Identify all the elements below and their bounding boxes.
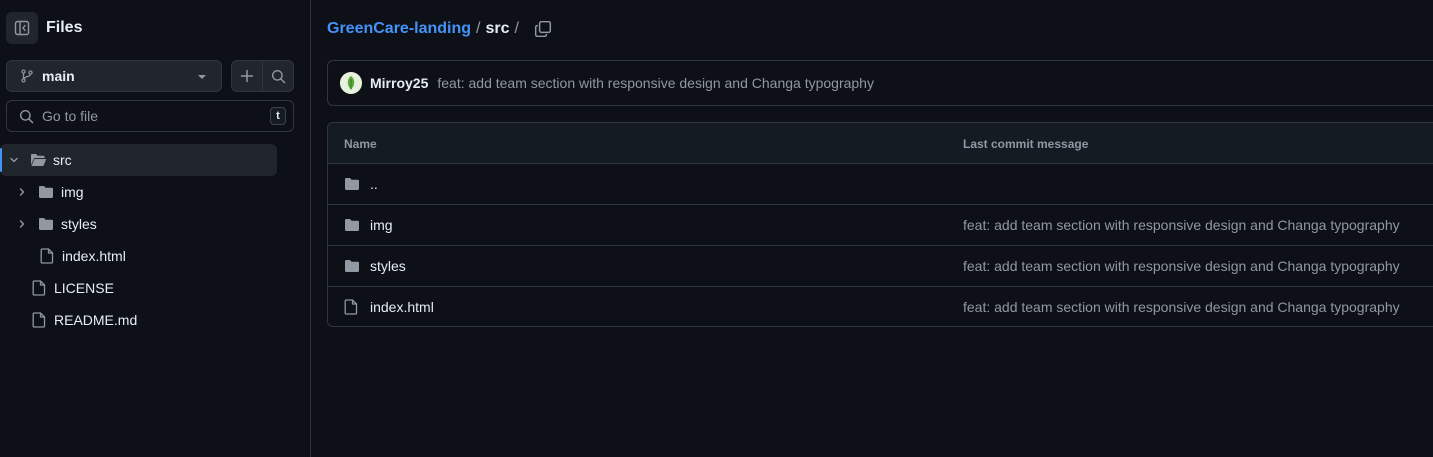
row-name-link[interactable]: index.html (370, 299, 434, 315)
tree-item-label: img (61, 184, 84, 200)
column-header-name: Name (344, 137, 377, 151)
column-header-message: Last commit message (963, 137, 1089, 151)
go-to-file-input[interactable] (42, 108, 262, 124)
table-row[interactable]: styles feat: add team section with respon… (328, 246, 1433, 287)
chevron-right-icon[interactable] (16, 186, 28, 198)
table-row[interactable]: img feat: add team section with responsiv… (328, 205, 1433, 246)
tree-item-label: src (53, 152, 72, 168)
file-tree-sidebar: Files main Go to file t src img styles i… (0, 0, 311, 457)
tree-item-license[interactable]: LICENSE (0, 272, 311, 304)
tree-item-label: index.html (62, 248, 126, 264)
directory-table: Name Last commit message .. img feat: add … (327, 122, 1433, 327)
row-name-link[interactable]: .. (370, 176, 378, 192)
sidebar-title: Files (46, 19, 83, 36)
commit-message[interactable]: feat: add team section with responsive d… (437, 75, 874, 91)
search-code-button[interactable] (262, 61, 293, 91)
copy-path-icon[interactable] (534, 20, 552, 38)
shortcut-key-hint: t (270, 107, 286, 125)
tree-item-styles[interactable]: styles (0, 208, 311, 240)
breadcrumb-current: src (485, 20, 510, 37)
tree-item-readme-md[interactable]: README.md (0, 304, 311, 336)
git-branch-icon (21, 69, 33, 83)
branch-name: main (42, 68, 75, 84)
tree-item-label: styles (61, 216, 97, 232)
file-icon (32, 312, 46, 328)
caret-down-icon (198, 75, 206, 79)
row-commit-message[interactable]: feat: add team section with responsive d… (963, 217, 1400, 233)
tree-item-index-html[interactable]: index.html (0, 240, 311, 272)
row-commit-message[interactable]: feat: add team section with responsive d… (963, 258, 1400, 274)
main-content: GreenCare-landing / src / Mirroy25 feat:… (311, 0, 1433, 457)
file-tree: src img styles index.html LICENSE README.md (0, 144, 311, 336)
chevron-down-icon[interactable] (8, 154, 20, 166)
tree-item-label: README.md (54, 312, 138, 328)
row-commit-message[interactable]: feat: add team section with responsive d… (963, 299, 1400, 315)
commit-author[interactable]: Mirroy25 (370, 75, 428, 91)
branch-selector[interactable]: main (6, 60, 222, 92)
add-file-button[interactable] (232, 61, 262, 91)
avatar[interactable] (340, 72, 362, 94)
folder-icon (39, 218, 53, 230)
tree-actions (231, 60, 294, 92)
breadcrumb: GreenCare-landing / src / (327, 18, 552, 40)
search-icon (271, 69, 286, 83)
file-icon (344, 299, 358, 315)
table-header: Name Last commit message (328, 123, 1433, 164)
file-icon (32, 280, 46, 296)
go-to-file-field[interactable]: t (6, 100, 294, 132)
tree-item-label: LICENSE (54, 280, 114, 296)
user-avatar-icon (340, 72, 362, 94)
branch-toolbar: main (6, 60, 294, 92)
tree-item-img[interactable]: img (0, 176, 311, 208)
sidebar-collapse-icon (14, 20, 30, 36)
row-name-link[interactable]: img (370, 217, 393, 233)
chevron-right-icon[interactable] (16, 218, 28, 230)
folder-icon (345, 178, 359, 190)
tree-item-src[interactable]: src (0, 144, 277, 176)
folder-icon (39, 186, 53, 198)
collapse-sidebar-button[interactable] (6, 12, 38, 44)
folder-open-icon (31, 154, 47, 166)
search-icon (19, 109, 34, 123)
row-name-link[interactable]: styles (370, 258, 406, 274)
latest-commit-bar: Mirroy25 feat: add team section with res… (327, 60, 1433, 106)
breadcrumb-separator: / (476, 20, 481, 37)
table-row[interactable]: index.html feat: add team section with re… (328, 287, 1433, 326)
breadcrumb-repo-link[interactable]: GreenCare-landing (327, 20, 471, 38)
breadcrumb-separator: / (514, 20, 519, 37)
folder-icon (345, 219, 359, 231)
table-row[interactable]: .. (328, 164, 1433, 205)
sidebar-header: Files (6, 11, 82, 45)
file-icon (40, 248, 54, 264)
folder-icon (345, 260, 359, 272)
plus-icon (240, 69, 254, 83)
